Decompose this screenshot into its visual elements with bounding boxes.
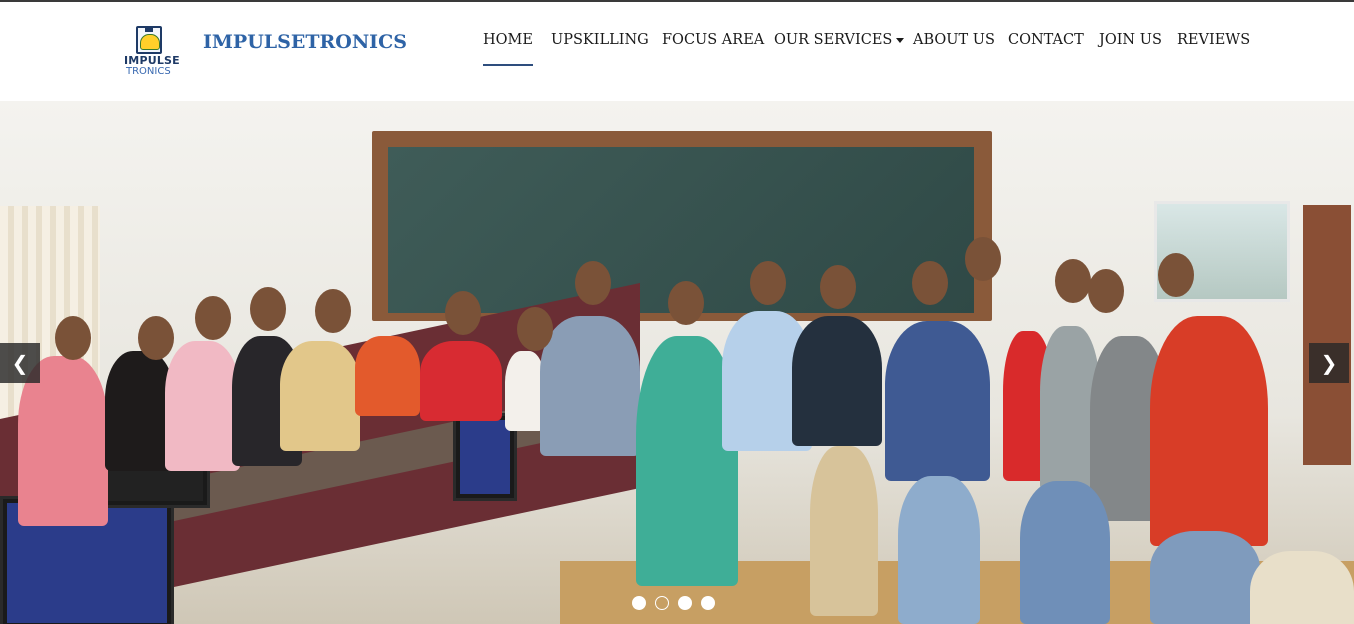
head	[315, 289, 351, 333]
nav-about-us[interactable]: ABOUT US	[913, 32, 995, 64]
carousel-prev-button[interactable]: ❮	[0, 343, 40, 383]
hero-carousel: ❮ ❯	[0, 101, 1354, 624]
person	[1150, 316, 1268, 546]
door-decor	[1303, 205, 1351, 465]
head	[820, 265, 856, 309]
person	[280, 341, 360, 451]
nav-contact[interactable]: CONTACT	[1008, 32, 1084, 64]
person	[540, 316, 640, 456]
logo-text-line2: TRONICS	[126, 66, 171, 77]
person	[420, 341, 502, 421]
carousel-dot-2[interactable]	[655, 596, 669, 610]
head	[965, 237, 1001, 281]
nav-our-services[interactable]: OUR SERVICES	[774, 32, 905, 64]
head	[912, 261, 948, 305]
head	[445, 291, 481, 335]
head	[575, 261, 611, 305]
brand-name[interactable]: IMPULSETRONICS	[203, 31, 407, 53]
classroom-photo	[0, 101, 1354, 624]
person	[165, 341, 240, 471]
person	[505, 351, 545, 431]
lightbulb-icon	[136, 26, 162, 54]
person	[355, 336, 420, 416]
carousel-dot-4[interactable]	[701, 596, 715, 610]
head	[517, 307, 553, 351]
person	[885, 321, 990, 481]
head	[1055, 259, 1091, 303]
caret-down-icon	[896, 37, 905, 43]
person	[898, 476, 980, 624]
site-header: IMPULSE TRONICS IMPULSETRONICS HOME UPSK…	[0, 2, 1354, 101]
carousel-dot-1[interactable]	[632, 596, 646, 610]
head	[1158, 253, 1194, 297]
head	[55, 316, 91, 360]
head	[750, 261, 786, 305]
nav-join-us[interactable]: JOIN US	[1099, 32, 1162, 64]
nav-home[interactable]: HOME	[483, 32, 533, 66]
carousel-next-button[interactable]: ❯	[1309, 343, 1349, 383]
person	[1020, 481, 1110, 624]
person	[1150, 531, 1260, 624]
person	[810, 446, 878, 616]
head	[250, 287, 286, 331]
head	[668, 281, 704, 325]
nav-focus-area[interactable]: FOCUS AREA	[662, 32, 764, 64]
chair-decor	[1250, 551, 1354, 624]
nav-reviews[interactable]: REVIEWS	[1177, 32, 1250, 64]
brand-logo[interactable]: IMPULSE TRONICS	[118, 24, 180, 80]
carousel-dot-3[interactable]	[678, 596, 692, 610]
head	[138, 316, 174, 360]
person	[792, 316, 882, 446]
nav-upskilling[interactable]: UPSKILLING	[551, 32, 649, 64]
head	[195, 296, 231, 340]
nav-our-services-label: OUR SERVICES	[774, 32, 893, 48]
head	[1088, 269, 1124, 313]
